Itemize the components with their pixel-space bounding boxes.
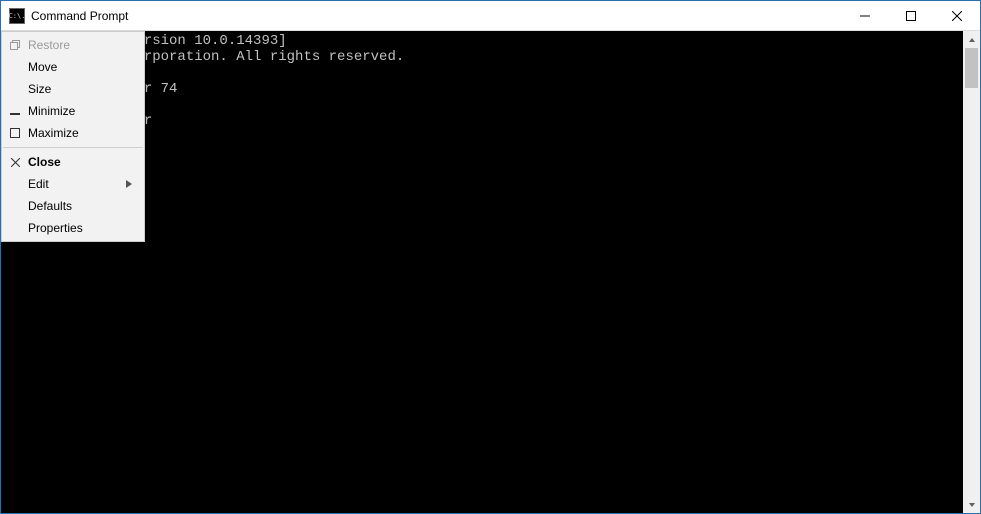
menu-item-label: Close [24, 155, 136, 169]
scroll-up-arrow[interactable] [963, 31, 980, 48]
chevron-up-icon [968, 36, 976, 44]
titlebar: C:\. Command Prompt [1, 1, 980, 31]
scroll-down-arrow[interactable] [963, 496, 980, 513]
restore-icon [10, 40, 20, 50]
terminal-output[interactable]: [Version 10.0.14393] Corporation. All ri… [1, 31, 980, 513]
minimize-icon-slot [6, 106, 24, 116]
menu-item-close[interactable]: Close [2, 151, 144, 173]
restore-icon-slot [6, 40, 24, 50]
menu-item-size[interactable]: Size [2, 78, 144, 100]
menu-item-maximize[interactable]: Maximize [2, 122, 144, 144]
close-icon [952, 11, 962, 21]
maximize-button[interactable] [888, 1, 934, 30]
chevron-down-icon [968, 501, 976, 509]
maximize-icon [906, 11, 916, 21]
menu-item-label: Minimize [24, 104, 136, 118]
minimize-icon [860, 11, 870, 21]
minimize-icon [10, 106, 20, 116]
menu-item-defaults[interactable]: Defaults [2, 195, 144, 217]
menu-item-label: Restore [24, 38, 136, 52]
menu-item-label: Edit [24, 177, 126, 191]
vertical-scrollbar[interactable] [963, 31, 980, 513]
menu-item-label: Defaults [24, 199, 136, 213]
menu-item-minimize[interactable]: Minimize [2, 100, 144, 122]
close-icon [11, 158, 20, 167]
menu-item-label: Move [24, 60, 136, 74]
scroll-thumb[interactable] [965, 48, 978, 88]
minimize-button[interactable] [842, 1, 888, 30]
app-icon[interactable]: C:\. [9, 8, 25, 24]
menu-item-restore: Restore [2, 34, 144, 56]
scroll-track[interactable] [963, 48, 980, 496]
content-area: [Version 10.0.14393] Corporation. All ri… [1, 31, 980, 513]
menu-separator [3, 147, 143, 148]
close-button[interactable] [934, 1, 980, 30]
window-title: Command Prompt [31, 9, 842, 23]
chevron-right-icon [126, 177, 136, 191]
menu-item-move[interactable]: Move [2, 56, 144, 78]
maximize-icon-slot [6, 128, 24, 138]
close-icon-slot [6, 158, 24, 167]
menu-item-label: Maximize [24, 126, 136, 140]
maximize-icon [10, 128, 20, 138]
system-menu: Restore Move Size Minimize Maximize Close Edit… [1, 31, 145, 242]
window-controls [842, 1, 980, 30]
menu-item-properties[interactable]: Properties [2, 217, 144, 239]
menu-item-edit[interactable]: Edit [2, 173, 144, 195]
menu-item-label: Size [24, 82, 136, 96]
menu-item-label: Properties [24, 221, 136, 235]
